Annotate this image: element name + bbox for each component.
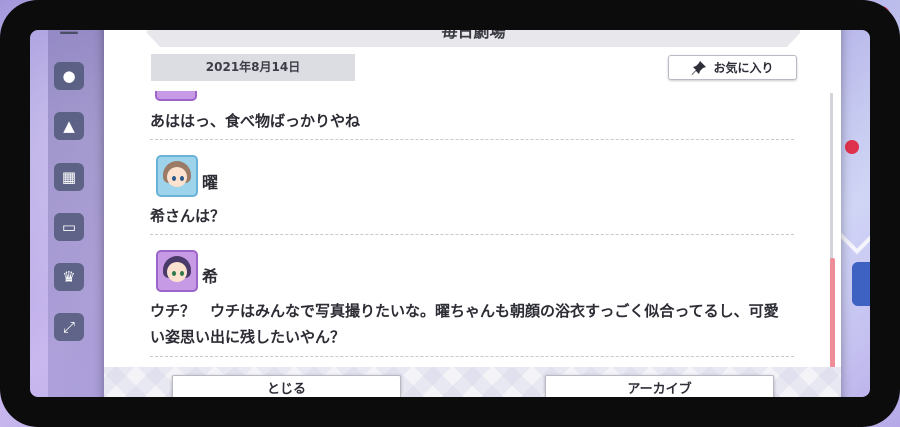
- expand-icon[interactable]: ⤢: [54, 313, 84, 341]
- avatar: [155, 91, 197, 101]
- avatar: [156, 250, 198, 292]
- favorite-label: お気に入り: [713, 61, 774, 75]
- speaker-name: 曜: [202, 173, 219, 192]
- modal-title: 毎日劇場: [441, 22, 506, 41]
- dialogue-text: 希さんは？: [150, 207, 226, 225]
- dialogue-log[interactable]: あははっ、食べ物ばっかりやね 曜 希さんは？ 希 ウチ？ ウチはみんなで写真撮り…: [150, 91, 796, 365]
- notification-badge-icon[interactable]: +: [872, 6, 890, 24]
- gift-icon[interactable]: ▦: [54, 163, 84, 191]
- scrollbar-thumb[interactable]: [830, 258, 835, 368]
- title-banner: 毎日劇場: [146, 17, 801, 47]
- close-button[interactable]: とじる: [172, 375, 401, 404]
- divider: [150, 356, 794, 357]
- alert-dot-icon: [845, 140, 859, 154]
- present-icon[interactable]: ▲: [54, 112, 84, 140]
- avatar: [156, 155, 198, 197]
- menu-icon[interactable]: ☰: [54, 12, 84, 40]
- favorite-button[interactable]: お気に入り: [668, 55, 797, 80]
- date-label: 2021年8月14日: [151, 54, 355, 81]
- pin-icon: [692, 60, 707, 75]
- dialogue-text: ウチ？ ウチはみんなで写真撮りたいな。曜ちゃんも朝顔の浴衣すっごく似合ってるし、…: [150, 302, 779, 346]
- side-action-button[interactable]: [852, 262, 900, 306]
- message-icon[interactable]: ▭: [54, 213, 84, 241]
- archive-button[interactable]: アーカイブ: [545, 375, 774, 404]
- modal-footer: とじる アーカイブ: [104, 367, 841, 413]
- dialogue-text: あははっ、食べ物ばっかりやね: [150, 112, 361, 130]
- divider: [150, 234, 794, 235]
- speaker-name: 希: [202, 267, 219, 286]
- daily-theater-modal: 毎日劇場 2021年8月14日 お気に入り あははっ、食べ物ばっかりやね 曜 希…: [104, 13, 841, 413]
- chat-icon[interactable]: ●: [54, 62, 84, 90]
- trophy-icon[interactable]: ♛: [54, 263, 84, 291]
- divider: [150, 139, 794, 140]
